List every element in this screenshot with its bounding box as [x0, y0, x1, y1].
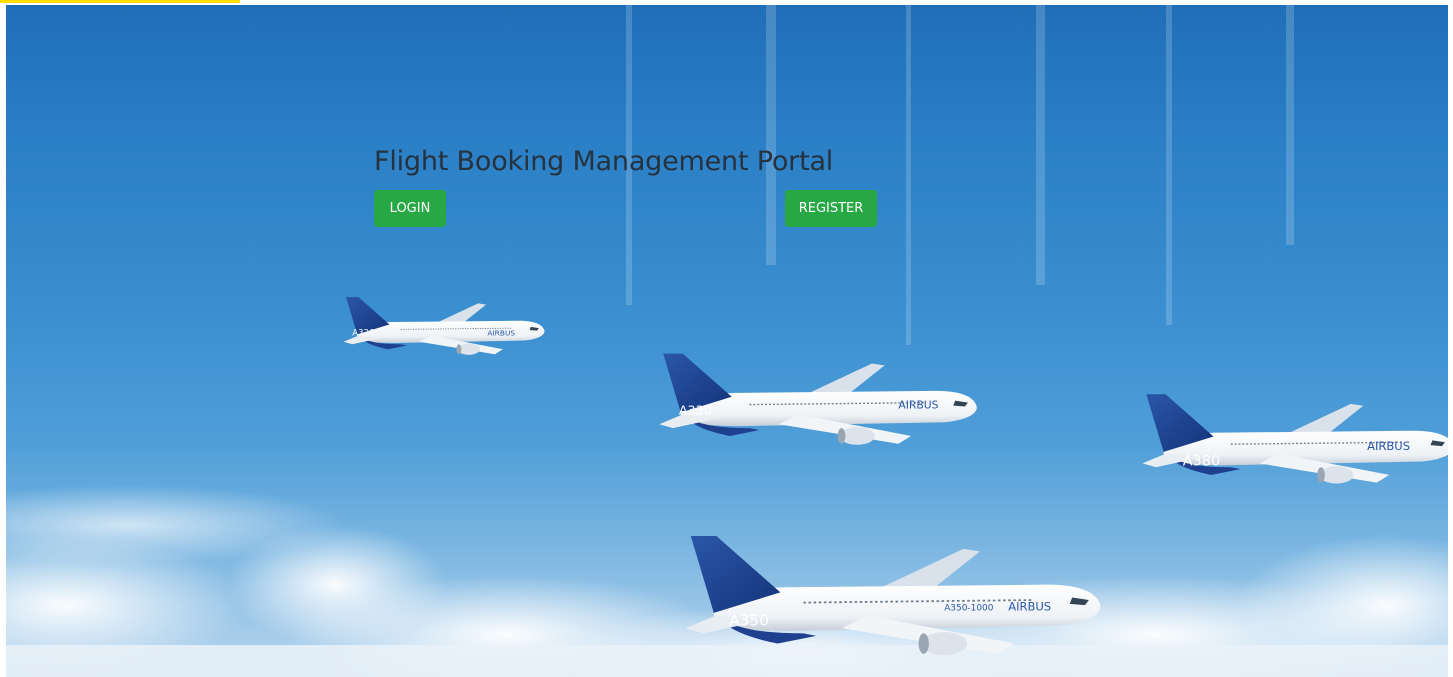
svg-text:AIRBUS: AIRBUS [1008, 599, 1051, 613]
svg-text:AIRBUS: AIRBUS [487, 329, 515, 338]
svg-text:A350: A350 [729, 612, 769, 630]
svg-text:A330: A330 [679, 403, 712, 418]
login-button[interactable]: LOGIN [374, 190, 446, 227]
sky-scene: A320 AIRBUS A330 AIRBUS A380 AIRBUS A350… [6, 5, 1448, 677]
aircraft-a320: A320 AIRBUS [343, 296, 545, 356]
aircraft-a330: A330 AIRBUS [658, 352, 978, 446]
svg-text:AIRBUS: AIRBUS [898, 399, 938, 412]
svg-text:A380: A380 [1183, 453, 1220, 469]
aircraft-a380: A380 AIRBUS [1141, 393, 1448, 485]
register-button[interactable]: REGISTER [785, 190, 877, 227]
top-accent-strip [0, 0, 240, 3]
svg-text:AIRBUS: AIRBUS [1367, 439, 1410, 453]
svg-text:A320: A320 [352, 329, 374, 339]
svg-text:A350-1000: A350-1000 [944, 603, 994, 613]
page-title: Flight Booking Management Portal [374, 146, 834, 177]
hero-background: A320 AIRBUS A330 AIRBUS A380 AIRBUS A350… [6, 5, 1448, 677]
